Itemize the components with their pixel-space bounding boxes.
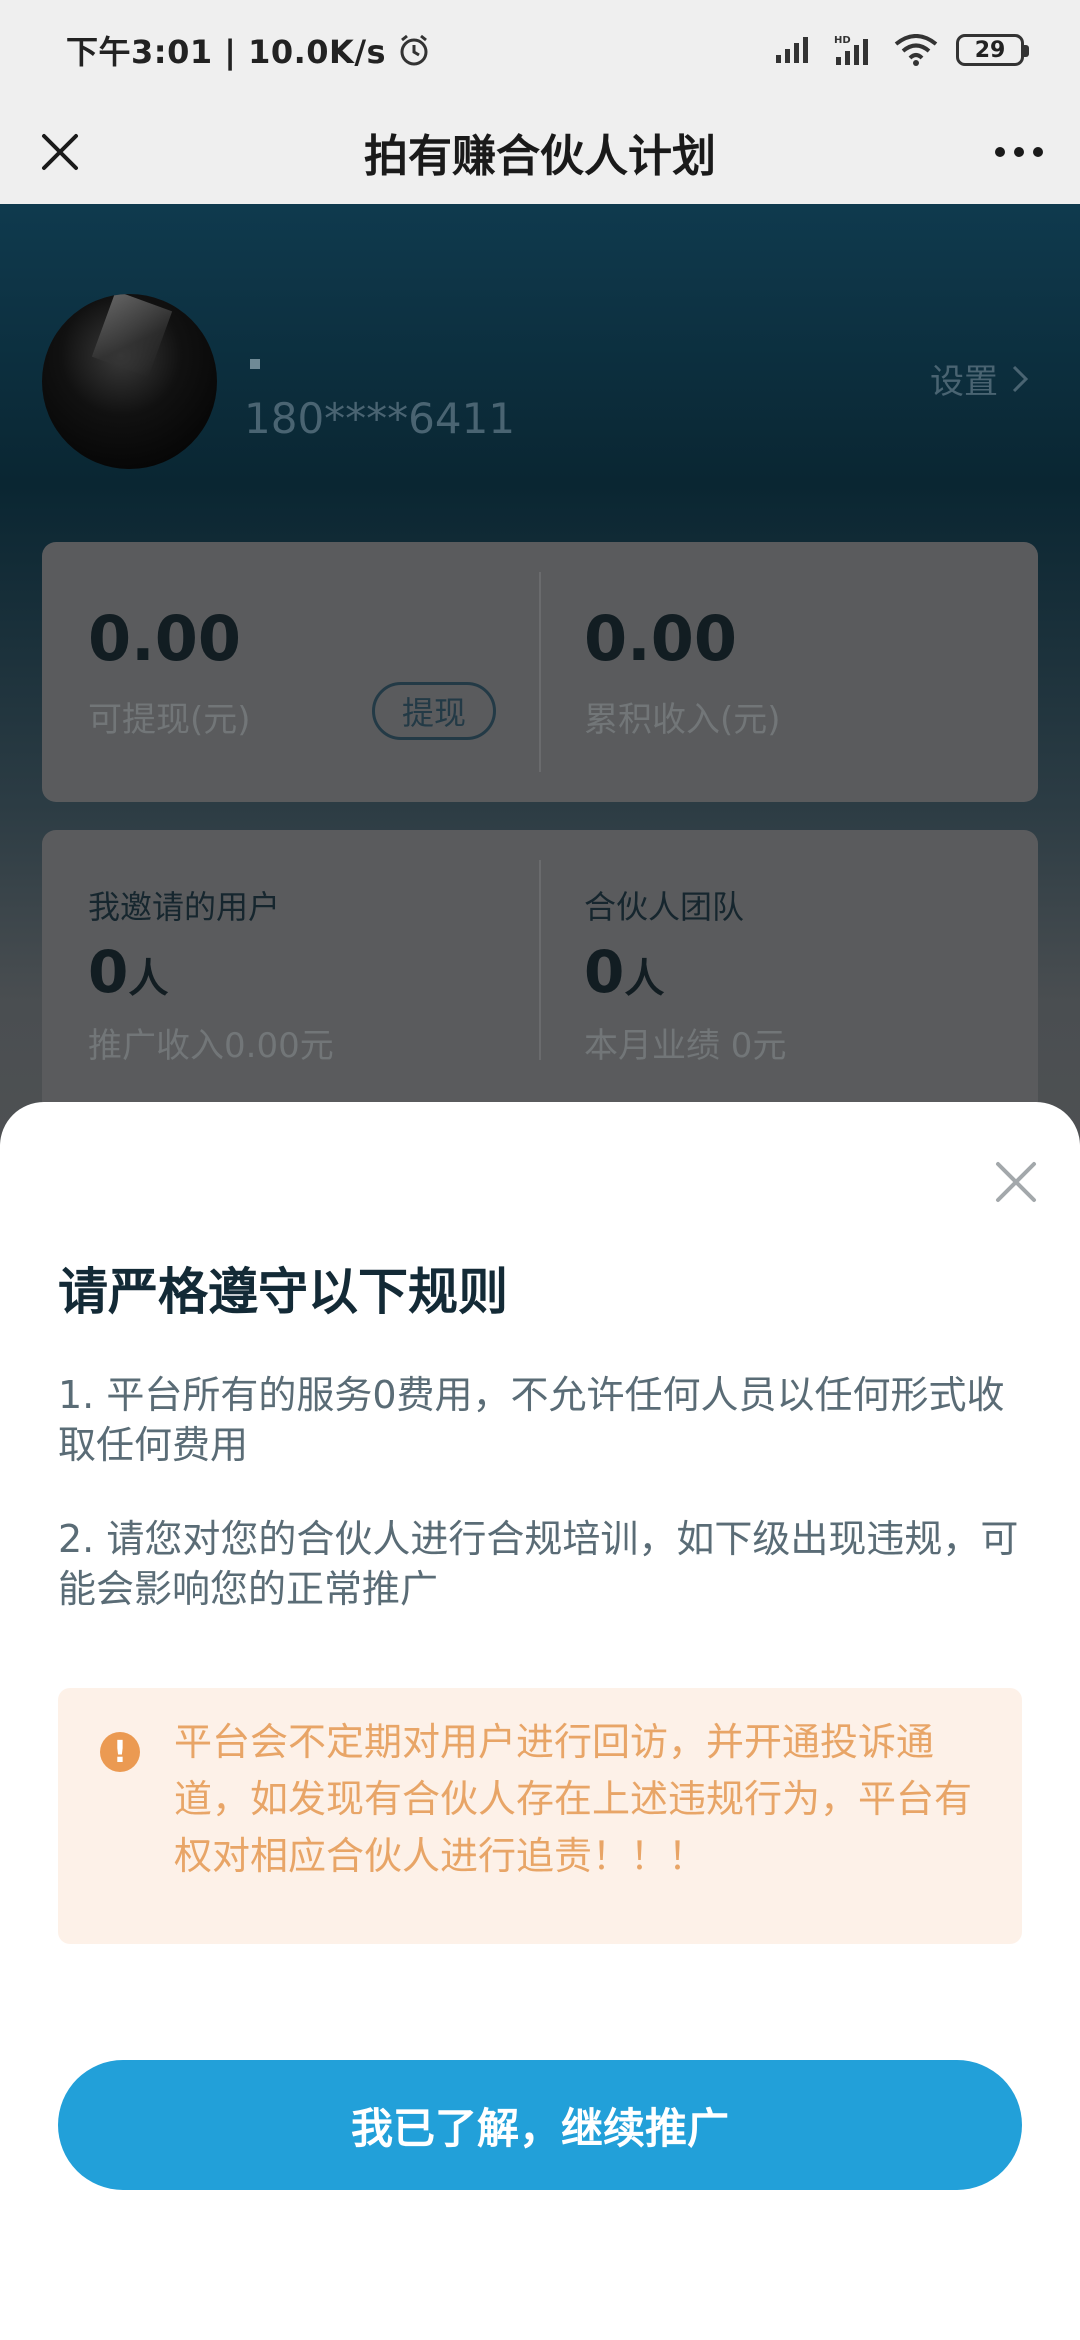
wifi-icon xyxy=(894,34,938,66)
signal-icon xyxy=(776,37,808,63)
settings-link[interactable]: 设置 xyxy=(930,354,1030,403)
user-phone: 180****6411 xyxy=(244,394,516,443)
more-icon[interactable] xyxy=(984,122,1054,182)
invited-income: 推广收入0.00元 xyxy=(88,1026,334,1066)
battery-level: 29 xyxy=(974,37,1006,63)
more-dot xyxy=(1014,147,1024,157)
total-income-label: 累积收入(元) xyxy=(584,700,781,740)
invited-users-label[interactable]: 我邀请的用户 xyxy=(88,882,280,928)
svg-text:HD: HD xyxy=(834,35,851,46)
status-bar: 下午3:01 | 10.0K/s HD 29 xyxy=(0,0,1080,100)
invited-users-count: 0人 xyxy=(88,938,168,1006)
partner-performance: 本月业绩 0元 xyxy=(584,1026,787,1066)
warning-icon: ! xyxy=(100,1732,140,1772)
page-title: 拍有赚合伙人计划 xyxy=(364,131,716,182)
alarm-icon xyxy=(400,34,428,66)
modal-title: 请严格遵守以下规则 xyxy=(58,1263,508,1321)
warning-notice: ! 平台会不定期对用户进行回访，并开通投诉通道，如发现有合伙人存在上述违规行为，… xyxy=(58,1688,1022,1944)
battery-icon: 29 xyxy=(956,34,1029,66)
team-card: 我邀请的用户 0人 推广收入0.00元 合伙人团队 0人 本月业绩 0元 xyxy=(42,830,1038,1130)
warning-text: 平台会不定期对用户进行回访，并开通投诉通道，如发现有合伙人存在上述违规行为，平台… xyxy=(174,1720,973,1878)
partner-count-value: 0 xyxy=(584,938,625,1006)
status-time-speed: 下午3:01 | 10.0K/s xyxy=(66,33,387,71)
close-icon[interactable] xyxy=(30,122,90,182)
withdrawable-amount: 0.00 xyxy=(88,602,241,675)
earnings-card: 0.00 可提现(元) 提现 0.00 累积收入(元) xyxy=(42,542,1038,802)
user-name xyxy=(250,359,260,369)
nav-bar: 拍有赚合伙人计划 xyxy=(0,100,1080,204)
partner-team-label[interactable]: 合伙人团队 xyxy=(584,882,744,928)
rule-item: 2. 请您对您的合伙人进行合规培训，如下级出现违规，可能会影响您的正常推广 xyxy=(58,1517,1019,1611)
rules-modal: 请严格遵守以下规则 1. 平台所有的服务0费用，不允许任何人员以任何形式收取任何… xyxy=(0,1102,1080,2340)
partner-count-unit: 人 xyxy=(624,956,665,1002)
partner-team-count: 0人 xyxy=(584,938,664,1006)
more-dot xyxy=(995,147,1005,157)
total-income-amount: 0.00 xyxy=(584,602,737,675)
rule-item: 1. 平台所有的服务0费用，不允许任何人员以任何形式收取任何费用 xyxy=(58,1373,1005,1467)
card-divider xyxy=(539,860,541,1060)
confirm-continue-button[interactable]: 我已了解，继续推广 xyxy=(58,2060,1022,2190)
settings-label: 设置 xyxy=(930,362,998,402)
status-left: 下午3:01 | 10.0K/s xyxy=(66,27,432,73)
invited-count-value: 0 xyxy=(88,938,129,1006)
status-right: HD 29 xyxy=(774,33,1029,67)
app-screen: 下午3:01 | 10.0K/s HD 29 拍有赚合伙人计划 180****6… xyxy=(0,0,1080,2340)
hd-signal-icon: HD xyxy=(834,35,868,65)
withdraw-button[interactable]: 提现 xyxy=(372,682,496,740)
more-dot xyxy=(1033,147,1043,157)
avatar[interactable] xyxy=(42,294,217,469)
withdrawable-label: 可提现(元) xyxy=(88,700,251,740)
card-divider xyxy=(539,572,541,772)
invited-count-unit: 人 xyxy=(128,956,169,1002)
close-icon[interactable] xyxy=(986,1152,1046,1212)
chevron-right-icon xyxy=(1012,365,1029,392)
